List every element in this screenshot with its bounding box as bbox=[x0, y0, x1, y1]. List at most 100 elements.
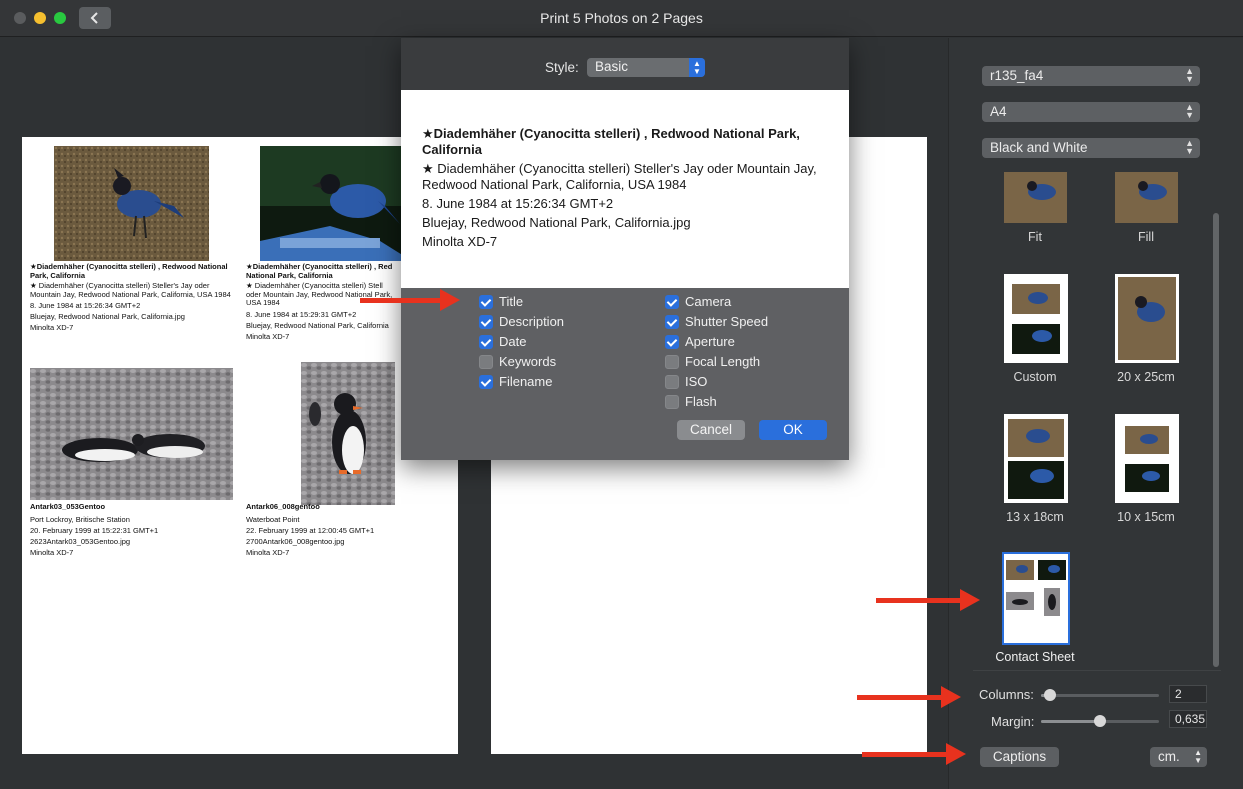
cancel-button[interactable]: Cancel bbox=[677, 420, 745, 440]
style-popup[interactable]: Basic ▲ ▼ bbox=[587, 58, 705, 77]
checkbox-flash[interactable] bbox=[665, 395, 679, 409]
printer-popup[interactable]: r135_fa4 ▲ ▼ bbox=[982, 66, 1200, 86]
checkbox-description[interactable] bbox=[479, 315, 493, 329]
option-label: Shutter Speed bbox=[685, 314, 769, 329]
caption-filename: Bluejay, Redwood National Park, Californ… bbox=[30, 312, 185, 321]
checkbox-keywords[interactable] bbox=[479, 355, 493, 369]
option-label: Focal Length bbox=[685, 354, 761, 369]
left-option-column: Title Description Date Keywords Filename bbox=[479, 293, 564, 393]
layout-thumbnails: Fit Fill Custom 20 x 25cm 13 x 18cm 10 x… bbox=[975, 172, 1215, 668]
option-shutter-speed[interactable]: Shutter Speed bbox=[665, 313, 768, 333]
caption-camera: Minolta XD-7 bbox=[30, 547, 74, 557]
caption-filename: 2623Antark03_053Gentoo.jpg bbox=[30, 536, 131, 546]
checkbox-date[interactable] bbox=[479, 335, 493, 349]
preview-filename: Bluejay, Redwood National Park, Californ… bbox=[422, 215, 691, 230]
option-label: Keywords bbox=[499, 354, 557, 369]
updown-chevron-icon: ▲ ▼ bbox=[689, 58, 705, 77]
caption-camera: Minolta XD-7 bbox=[246, 547, 290, 557]
paper-size-value: A4 bbox=[990, 104, 1007, 119]
caption-title: Antark03_053Gentoo bbox=[30, 502, 106, 511]
option-label: ISO bbox=[685, 374, 708, 389]
caption-title: ★Diademhäher (Cyanocitta stelleri) , Red… bbox=[30, 262, 228, 280]
option-focal-length[interactable]: Focal Length bbox=[665, 353, 768, 373]
caption-description: ★ Diademhäher (Cyanocitta stelleri) Stel… bbox=[30, 281, 231, 299]
layout-label-fill: Fill bbox=[1138, 230, 1154, 244]
updown-chevron-icon: ▲ ▼ bbox=[1185, 66, 1194, 84]
columns-slider-knob[interactable] bbox=[1044, 689, 1056, 701]
right-option-column: Camera Shutter Speed Aperture Focal Leng… bbox=[665, 293, 768, 413]
caption-preview: ★Diademhäher (Cyanocitta stelleri) , Red… bbox=[401, 90, 849, 288]
option-flash[interactable]: Flash bbox=[665, 393, 768, 413]
checkbox-filename[interactable] bbox=[479, 375, 493, 389]
annotation-arrow-contact-sheet bbox=[876, 589, 980, 611]
option-date[interactable]: Date bbox=[479, 333, 564, 353]
option-aperture[interactable]: Aperture bbox=[665, 333, 768, 353]
checkbox-shutter-speed[interactable] bbox=[665, 315, 679, 329]
option-title[interactable]: Title bbox=[479, 293, 564, 313]
option-filename[interactable]: Filename bbox=[479, 373, 564, 393]
layout-thumb-20x25[interactable] bbox=[1115, 274, 1179, 363]
bluejay-thumb bbox=[1004, 172, 1067, 223]
printer-value: r135_fa4 bbox=[990, 68, 1044, 83]
units-popup[interactable]: cm. ▲ ▼ bbox=[1150, 747, 1207, 767]
option-label: Aperture bbox=[685, 334, 735, 349]
checkbox-camera[interactable] bbox=[665, 295, 679, 309]
margin-field[interactable]: 0,635 bbox=[1169, 710, 1207, 728]
layout-thumb-custom[interactable] bbox=[1004, 274, 1068, 363]
margin-slider-fill bbox=[1041, 720, 1100, 723]
caption-date: 8. June 1984 at 15:26:34 GMT+2 bbox=[30, 301, 141, 310]
window-title: Print 5 Photos on 2 Pages bbox=[540, 10, 703, 26]
10x15-layout-preview bbox=[1125, 426, 1169, 492]
bluejay-photo-1[interactable] bbox=[54, 146, 209, 261]
scrollbar-knob[interactable] bbox=[1213, 213, 1219, 667]
columns-slider[interactable] bbox=[1041, 689, 1159, 701]
layout-thumb-13x18[interactable] bbox=[1004, 414, 1068, 503]
paper-size-popup[interactable]: A4 ▲ ▼ bbox=[982, 102, 1200, 122]
updown-chevron-icon: ▲ ▼ bbox=[1185, 138, 1194, 156]
margin-slider-knob[interactable] bbox=[1094, 715, 1106, 727]
option-description[interactable]: Description bbox=[479, 313, 564, 333]
option-label: Description bbox=[499, 314, 565, 329]
bluejay-thumb bbox=[1118, 277, 1176, 360]
print-page-1: ★Diademhäher (Cyanocitta stelleri) , Red… bbox=[22, 137, 458, 754]
bluejay-photo-2[interactable] bbox=[260, 146, 404, 261]
layout-thumb-fit[interactable] bbox=[1004, 172, 1067, 223]
gentoo-photo-2[interactable] bbox=[301, 362, 395, 505]
photo-caption-4: Antark06_008gentoo Waterboat Point 22. F… bbox=[246, 502, 456, 558]
layout-thumb-10x15[interactable] bbox=[1115, 414, 1179, 503]
checkbox-title[interactable] bbox=[479, 295, 493, 309]
option-camera[interactable]: Camera bbox=[665, 293, 768, 313]
preview-title: ★Diademhäher (Cyanocitta stelleri) , Red… bbox=[422, 126, 800, 157]
caption-title: Antark06_008gentoo bbox=[246, 502, 320, 511]
margin-slider[interactable] bbox=[1041, 715, 1159, 727]
caption-description: Waterboat Point bbox=[246, 514, 300, 524]
checkbox-focal-length[interactable] bbox=[665, 355, 679, 369]
bluejay-thumb bbox=[1115, 172, 1178, 223]
option-label: Filename bbox=[499, 374, 553, 389]
option-keywords[interactable]: Keywords bbox=[479, 353, 564, 373]
layout-label-20x25: 20 x 25cm bbox=[1117, 370, 1175, 384]
checkbox-iso[interactable] bbox=[665, 375, 679, 389]
gentoo-photo-1[interactable] bbox=[30, 368, 233, 500]
preview-camera: Minolta XD-7 bbox=[422, 234, 498, 249]
option-iso[interactable]: ISO bbox=[665, 373, 768, 393]
preview-description: ★ Diademhäher (Cyanocitta stelleri) Stel… bbox=[422, 161, 817, 192]
layout-label-10x15: 10 x 15cm bbox=[1117, 510, 1175, 524]
layout-thumb-fill[interactable] bbox=[1115, 172, 1178, 223]
layout-scrollbar[interactable] bbox=[1213, 213, 1219, 667]
title-bar: Print 5 Photos on 2 Pages bbox=[0, 0, 1243, 37]
layout-thumb-contact-sheet[interactable] bbox=[1002, 552, 1070, 645]
print-settings-sidebar: r135_fa4 ▲ ▼ A4 ▲ ▼ Black and White ▲ ▼ Fit… bbox=[948, 38, 1243, 789]
option-label: Title bbox=[499, 294, 524, 309]
color-mode-popup[interactable]: Black and White ▲ ▼ bbox=[982, 138, 1200, 158]
columns-field[interactable]: 2 bbox=[1169, 685, 1207, 703]
preview-date: 8. June 1984 at 15:26:34 GMT+2 bbox=[422, 196, 614, 211]
caption-camera: Minolta XD-7 bbox=[30, 323, 74, 332]
layout-label-custom: Custom bbox=[1013, 370, 1057, 384]
caption-date: 22. February 1999 at 12:00:45 GMT+1 bbox=[246, 525, 375, 535]
option-label: Flash bbox=[685, 394, 717, 409]
ok-button[interactable]: OK bbox=[759, 420, 827, 440]
checkbox-aperture[interactable] bbox=[665, 335, 679, 349]
captions-button[interactable]: Captions bbox=[980, 747, 1059, 767]
color-mode-value: Black and White bbox=[990, 140, 1088, 155]
